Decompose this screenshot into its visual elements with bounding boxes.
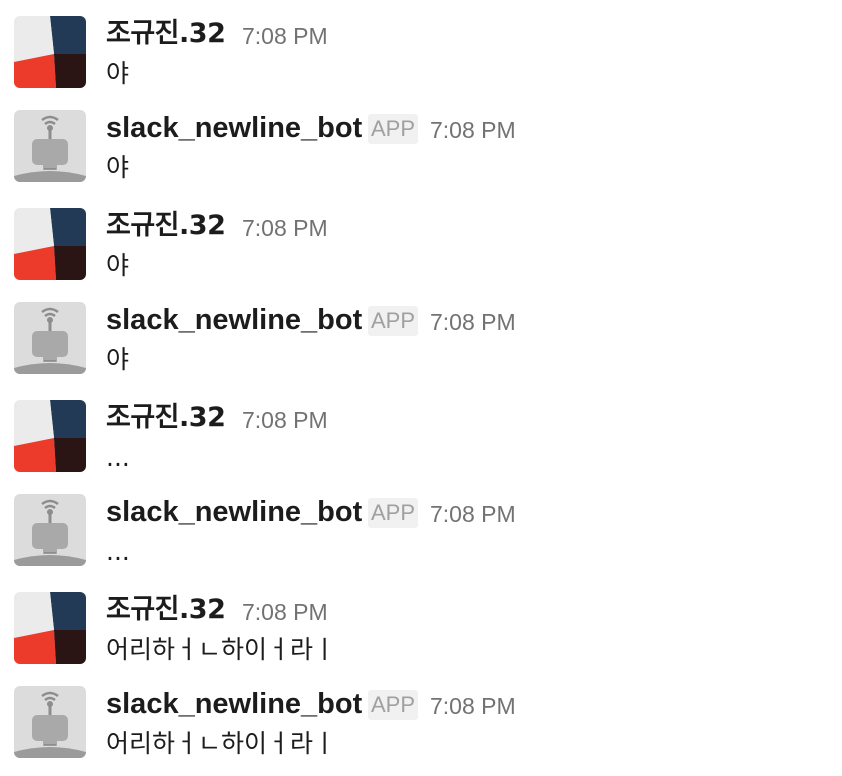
message-text: 야 [106, 251, 130, 280]
bot-avatar[interactable] [14, 302, 86, 374]
message-timestamp[interactable]: 7:08 PM [242, 597, 328, 627]
user-avatar-icon [14, 208, 86, 280]
user-avatar[interactable] [14, 400, 86, 472]
message-item: 조규진.32 7:08 PM 야 [0, 0, 842, 96]
user-avatar[interactable] [14, 16, 86, 88]
message-timestamp[interactable]: 7:08 PM [430, 499, 516, 529]
sender-name[interactable]: slack_newline_bot [106, 108, 362, 148]
message-item: slack_newline_bot APP 7:08 PM 어리하ㅓㄴ하이ㅓ라ㅣ [0, 670, 842, 766]
message-item: 조규진.32 7:08 PM ... [0, 384, 842, 480]
sender-name[interactable]: slack_newline_bot [106, 492, 362, 532]
message-timestamp[interactable]: 7:08 PM [242, 213, 328, 243]
app-badge: APP [368, 498, 419, 528]
message-text: 야 [106, 59, 130, 88]
message-timestamp[interactable]: 7:08 PM [430, 691, 516, 721]
message-text: ... [106, 443, 130, 472]
bot-avatar-icon [14, 302, 86, 374]
message-item: 조규진.32 7:08 PM 어리하ㅓㄴ하이ㅓ라ㅣ [0, 576, 842, 672]
message-timestamp[interactable]: 7:08 PM [430, 307, 516, 337]
bot-avatar-icon [14, 686, 86, 758]
sender-name[interactable]: 조규진.32 [106, 14, 226, 54]
bot-avatar[interactable] [14, 494, 86, 566]
sender-name[interactable]: slack_newline_bot [106, 684, 362, 724]
message-text: ... [106, 537, 130, 566]
message-item: slack_newline_bot APP 7:08 PM ... [0, 478, 842, 574]
message-item: slack_newline_bot APP 7:08 PM 야 [0, 286, 842, 382]
sender-name[interactable]: 조규진.32 [106, 206, 226, 246]
message-item: slack_newline_bot APP 7:08 PM 야 [0, 94, 842, 190]
message-text: 어리하ㅓㄴ하이ㅓ라ㅣ [106, 635, 337, 664]
app-badge: APP [368, 690, 419, 720]
app-badge: APP [368, 114, 419, 144]
message-timestamp[interactable]: 7:08 PM [430, 115, 516, 145]
bot-avatar[interactable] [14, 686, 86, 758]
sender-name[interactable]: 조규진.32 [106, 590, 226, 630]
sender-name[interactable]: slack_newline_bot [106, 300, 362, 340]
message-text: 어리하ㅓㄴ하이ㅓ라ㅣ [106, 729, 337, 758]
bot-avatar[interactable] [14, 110, 86, 182]
message-feed: 조규진.32 7:08 PM 야 slack_newline_bot APP 7… [0, 0, 842, 776]
user-avatar-icon [14, 592, 86, 664]
bot-avatar-icon [14, 494, 86, 566]
message-item: 조규진.32 7:08 PM 야 [0, 192, 842, 288]
message-timestamp[interactable]: 7:08 PM [242, 405, 328, 435]
bot-avatar-icon [14, 110, 86, 182]
app-badge: APP [368, 306, 419, 336]
message-text: 야 [106, 153, 130, 182]
user-avatar[interactable] [14, 592, 86, 664]
message-timestamp[interactable]: 7:08 PM [242, 21, 328, 51]
message-text: 야 [106, 345, 130, 374]
user-avatar[interactable] [14, 208, 86, 280]
user-avatar-icon [14, 16, 86, 88]
user-avatar-icon [14, 400, 86, 472]
sender-name[interactable]: 조규진.32 [106, 398, 226, 438]
